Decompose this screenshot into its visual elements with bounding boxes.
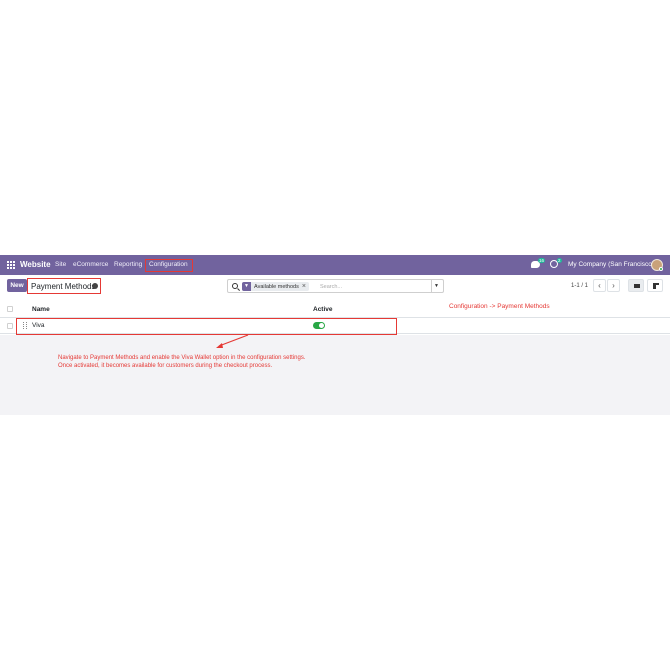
pager-value[interactable]: 1-1 / 1 xyxy=(571,283,588,289)
highlight-box-title xyxy=(27,278,101,294)
annotation-config-path: Configuration -> Payment Methods xyxy=(449,303,550,310)
kanban-view-button[interactable] xyxy=(647,279,663,292)
facet-label: Available methods xyxy=(254,283,299,290)
chevron-left-icon[interactable]: ‹ xyxy=(593,279,606,292)
annotation-instructions: Navigate to Payment Methods and enable t… xyxy=(58,354,306,370)
company-switcher[interactable]: My Company (San Francisco) xyxy=(568,261,654,268)
search-facet: ▼ Available methods × xyxy=(242,282,309,291)
table-header: Name Active xyxy=(0,300,670,318)
app-name[interactable]: Website xyxy=(20,260,51,269)
filter-icon: ▼ xyxy=(242,282,251,291)
chevron-right-icon[interactable]: › xyxy=(607,279,620,292)
row-checkbox[interactable] xyxy=(7,323,13,329)
highlight-box-configuration xyxy=(145,259,193,272)
caret-down-icon[interactable]: ▼ xyxy=(431,280,441,292)
top-navbar: Website Site eCommerce Reporting Configu… xyxy=(0,255,670,275)
status-dot-icon xyxy=(659,267,663,271)
new-button[interactable]: New xyxy=(7,279,27,292)
menu-site[interactable]: Site xyxy=(55,261,66,268)
activities-badge: 2 xyxy=(557,258,562,263)
apps-icon[interactable] xyxy=(7,261,15,269)
highlight-box-row xyxy=(16,318,397,335)
list-empty-area xyxy=(0,335,670,415)
select-all-checkbox[interactable] xyxy=(7,306,13,312)
list-view-button[interactable] xyxy=(628,279,644,292)
annotation-line-1: Navigate to Payment Methods and enable t… xyxy=(58,355,306,361)
list-view-icon xyxy=(634,284,640,288)
search-input[interactable] xyxy=(320,282,425,291)
annotation-arrow-icon xyxy=(216,334,249,348)
close-icon[interactable]: × xyxy=(302,282,309,291)
menu-reporting[interactable]: Reporting xyxy=(114,261,142,268)
kanban-view-icon xyxy=(653,283,659,289)
odoo-screenshot: Website Site eCommerce Reporting Configu… xyxy=(0,255,670,415)
search-bar: ▼ Available methods × ▼ xyxy=(227,279,444,293)
column-header-name[interactable]: Name xyxy=(32,306,50,313)
annotation-line-2: Once activated, it becomes available for… xyxy=(58,363,273,369)
column-header-active[interactable]: Active xyxy=(313,306,333,313)
messages-badge: 16 xyxy=(538,258,546,263)
search-icon[interactable] xyxy=(232,283,238,289)
menu-ecommerce[interactable]: eCommerce xyxy=(73,261,108,268)
